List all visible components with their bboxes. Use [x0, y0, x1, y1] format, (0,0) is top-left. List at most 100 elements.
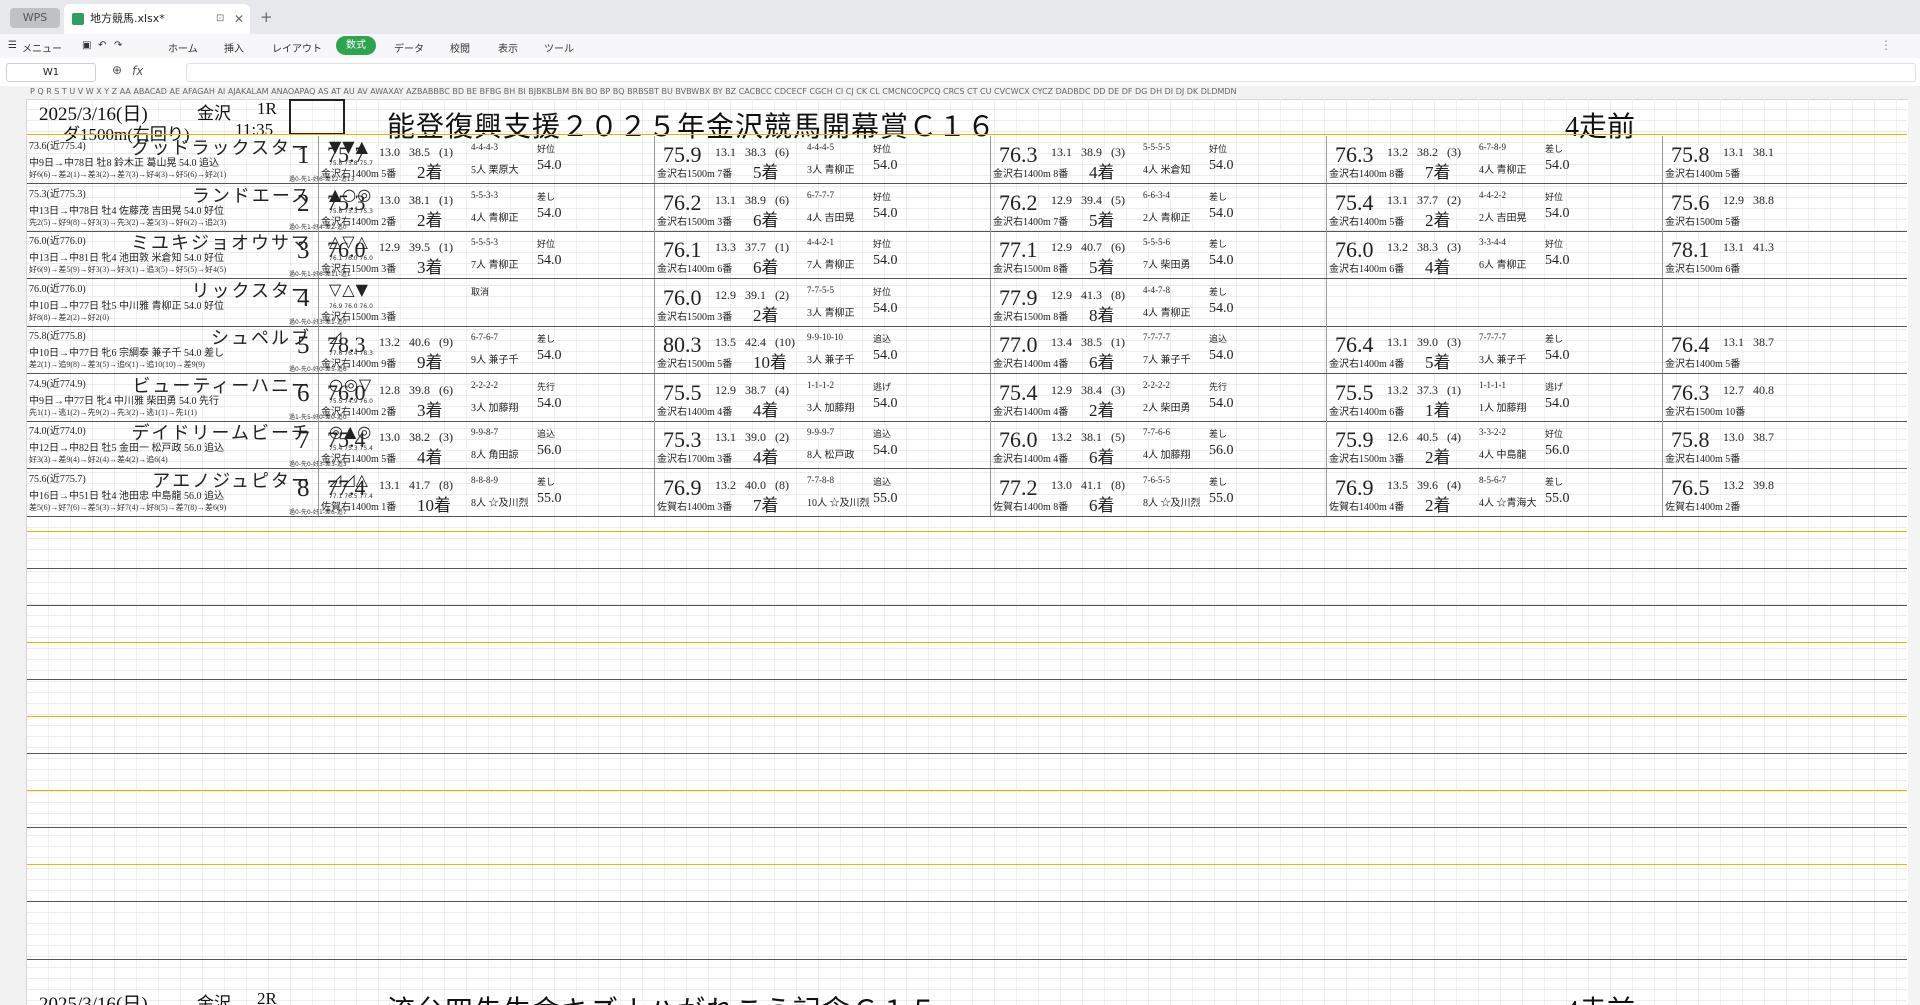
past-run-cell[interactable]: 75.8 13.1 38.1 金沢右1400m 5番: [1663, 136, 1907, 183]
past-run-cell[interactable]: 76.2 12.9 39.4 (5) 5着 金沢右1400m 7番 6-6-3-4 2人 青柳…: [991, 184, 1327, 231]
past-run-cell[interactable]: [1663, 279, 1907, 326]
horse-row[interactable]: 73.6(近775.4) グッドラックスター 中9日→中78日 牡8 鈴木正 葛山晃…: [27, 136, 1907, 184]
formula-input[interactable]: [186, 63, 1916, 82]
spreadsheet-grid[interactable]: 2025/3/16(日) 金沢 1R ダ1500m(右回り) 11:35 能登復…: [27, 99, 1907, 1005]
past-run-cell[interactable]: 75.9 13.1 38.3 (6) 5着 金沢右1500m 7番 4-4-4-5 3人 青柳…: [655, 136, 991, 183]
past-run-cell[interactable]: 金沢右1500m 3番 取消: [319, 279, 655, 326]
run-split-2: 38.8: [1753, 192, 1774, 207]
file-tab[interactable]: 地方競馬.xlsx* ⊡ ✕: [64, 4, 250, 34]
run-weight: 54.0: [537, 205, 562, 221]
past-run-cell[interactable]: 75.6 12.9 38.8 金沢右1500m 5番: [1663, 184, 1907, 231]
past-run-cell[interactable]: 76.3 12.7 40.8 金沢右1500m 10番: [1663, 374, 1907, 421]
tab-insert[interactable]: 挿入: [224, 40, 244, 55]
horse-row[interactable]: 76.0(近776.0) ミユキジョオウサマ 中13日→中81日 牝4 池田敦 米倉…: [27, 231, 1907, 279]
past-run-cell[interactable]: 76.9 13.2 40.0 (8) 7着 佐賀右1400m 3番 7-7-8-8 10人 ☆…: [655, 469, 991, 516]
close-icon[interactable]: ✕: [234, 4, 244, 34]
run-course: 金沢右1400m 6番: [1329, 406, 1405, 418]
redo-icon[interactable]: ↷: [114, 40, 122, 51]
past-run-cell[interactable]: 75.4 13.1 37.7 (2) 2着 金沢右1400m 5番 4-4-2-2 2人 吉田…: [1327, 184, 1663, 231]
zoom-icon[interactable]: ⊕: [112, 63, 122, 77]
past-run-cell[interactable]: 77.4 13.1 41.7 (8) 10着 佐賀右1400m 1番 8-8-8-9 8人 ☆…: [319, 469, 655, 516]
column-divider: [990, 468, 991, 516]
column-headers[interactable]: P Q R S T U V W X Y Z AA ABACAD AE AFAGA…: [0, 86, 1920, 100]
run-weight: 55.0: [537, 490, 562, 506]
run-passing-order: 9-9-8-7: [471, 427, 498, 437]
past-run-cell[interactable]: 75.8 13.0 38.7 金沢右1400m 5番: [1663, 421, 1907, 468]
past-run-cell[interactable]: 76.0 13.2 38.3 (3) 4着 金沢右1400m 6番 3-3-4-4 6人 青柳…: [1327, 231, 1663, 278]
past-run-cell[interactable]: 75.4 12.9 38.4 (3) 2着 金沢右1400m 4番 2-2-2-2 2人 柴田…: [991, 374, 1327, 421]
tab-review[interactable]: 校閲: [450, 40, 470, 55]
past-run-cell[interactable]: 76.4 13.1 39.0 (3) 5着 金沢右1400m 4番 7-7-7-7 3人 兼子…: [1327, 326, 1663, 373]
tab-home[interactable]: ホーム: [168, 40, 198, 55]
past-run-cell[interactable]: 78.1 13.1 41.3 金沢右1500m 6番: [1663, 231, 1907, 278]
wps-home-tab[interactable]: WPS: [10, 8, 60, 28]
run-finish: 5着: [1425, 353, 1451, 372]
column-divider: [318, 373, 319, 421]
run-position-style: 差し: [537, 335, 556, 345]
run-position-style: 追込: [537, 430, 556, 440]
tab-data[interactable]: データ: [394, 40, 424, 55]
horse-row[interactable]: 74.0(近774.0) デイドリームビーチ 中12日→中82日 牡5 金田一 松戸…: [27, 421, 1907, 469]
past-run-cell[interactable]: 76.0 12.9 39.1 (2) 2着 金沢右1500m 3番 7-7-5-5 3人 青柳…: [655, 279, 991, 326]
undo-icon[interactable]: ↶: [98, 40, 106, 51]
past-run-cell[interactable]: 75.5 13.2 37.3 (1) 1着 金沢右1400m 6番 1-1-1-1 1人 加藤…: [1327, 374, 1663, 421]
past-run-cell[interactable]: 75.9 12.6 40.5 (4) 2着 金沢右1500m 3番 3-3-2-2 4人 中島…: [1327, 421, 1663, 468]
run-position-style: 追込: [873, 335, 892, 345]
pin-icon[interactable]: ⊡: [216, 4, 224, 34]
run-course: 金沢右1500m 5番: [657, 359, 733, 370]
horse-row[interactable]: 75.3(近775.3) ランドエース 中13日→中78日 牡4 佐藤茂 吉田晃 5…: [27, 183, 1907, 232]
past-run-cell[interactable]: 77.9 12.9 41.3 (8) 8着 金沢右1500m 8番 4-4-7-8 4人 青柳…: [991, 279, 1327, 326]
run-split-1: 13.1: [1723, 145, 1744, 159]
column-divider: [318, 421, 319, 468]
selected-cell-w1[interactable]: [289, 99, 345, 135]
run-jockey: 3人 加藤翔: [471, 402, 519, 414]
fx-icon[interactable]: fx: [132, 64, 143, 78]
past-run-cell[interactable]: 75.3 13.0 38.1 (1) 2着 金沢右1400m 2番 5-5-3-3 4人 青柳…: [319, 184, 655, 231]
tab-layout[interactable]: レイアウト: [272, 40, 322, 55]
horse-number: 2: [297, 189, 310, 217]
past-run-cell[interactable]: 75.3 13.1 39.0 (2) 4着 金沢右1700m 3番 9-9-9-7 8人 松戸…: [655, 421, 991, 468]
past-run-cell[interactable]: 75.5 12.9 38.7 (4) 4着 金沢右1400m 4番 1-1-1-2 3人 加藤…: [655, 374, 991, 421]
column-divider: [318, 326, 319, 373]
past-run-cell[interactable]: 76.0 12.8 39.8 (6) 3着 金沢右1400m 2番 2-2-2-2 3人 加藤…: [319, 374, 655, 421]
run-split-1: 13.0: [379, 430, 400, 444]
new-tab-plus-icon[interactable]: +: [260, 8, 273, 26]
past-run-cell[interactable]: 76.0 13.2 38.1 (5) 6着 金沢右1400m 4番 7-7-6-6 4人 加藤…: [991, 421, 1327, 468]
past-run-cell[interactable]: 77.2 13.0 41.1 (8) 6着 佐賀右1400m 8番 7-6-5-5 8人 ☆及…: [991, 469, 1327, 516]
vertical-scrollbar[interactable]: [1908, 99, 1920, 1005]
past-run-cell[interactable]: 76.3 13.2 38.2 (3) 7着 金沢右1400m 8番 6-7-8-9 4人 青柳…: [1327, 136, 1663, 183]
more-options-icon[interactable]: ⋮: [1880, 38, 1892, 52]
horse-row[interactable]: 75.8(近775.8) シュペルブ 中10日→中77日 牝6 宗綱泰 兼子千 54…: [27, 326, 1907, 374]
row-headers[interactable]: [0, 99, 27, 1005]
horse-speed-index: 76.0(近776.0): [29, 283, 86, 295]
horse-row[interactable]: 75.6(近775.7) アエノジュピター 中16日→中51日 牡4 池田忠 中島龍…: [27, 468, 1907, 517]
menu-button[interactable]: メニュー: [22, 40, 62, 55]
past-run-cell[interactable]: 76.9 13.5 39.6 (4) 2着 佐賀右1400m 4番 8-5-6-7 4人 ☆青…: [1327, 469, 1663, 516]
past-run-cell[interactable]: [1327, 279, 1663, 326]
past-run-cell[interactable]: 76.1 13.3 37.7 (1) 6着 金沢右1400m 6番 4-4-2-1 7人 青柳…: [655, 231, 991, 278]
past-run-cell[interactable]: 76.4 13.1 38.7 金沢右1400m 5番: [1663, 326, 1907, 373]
past-run-cell[interactable]: 76.2 13.1 38.9 (6) 6着 金沢右1500m 3番 6-7-7-7 4人 吉田…: [655, 184, 991, 231]
past-run-cell[interactable]: 78.3 13.2 40.6 (9) 9着 金沢右1400m 9番 6-7-6-7 9人 兼子…: [319, 326, 655, 373]
past-run-cell[interactable]: 77.1 12.9 40.7 (6) 5着 金沢右1500m 8番 5-5-5-6 7人 柴田…: [991, 231, 1327, 278]
tab-formula[interactable]: 数式: [336, 36, 376, 55]
past-run-cell[interactable]: 75.7 13.0 38.5 (1) 2着 金沢右1400m 5番 4-4-4-3 5人 栗原…: [319, 136, 655, 183]
horse-row[interactable]: 76.0(近776.0) リックスター 中10日→中77日 牡5 中川雅 青柳正 5…: [27, 278, 1907, 327]
column-divider: [1662, 278, 1663, 326]
save-icon[interactable]: ▣: [82, 40, 91, 51]
past-run-cell[interactable]: 76.3 13.1 38.9 (3) 4着 金沢右1400m 8番 5-5-5-5 4人 米倉…: [991, 136, 1327, 183]
past-run-cell[interactable]: 76.5 13.2 39.8 佐賀右1400m 2番: [1663, 469, 1907, 516]
horse-speed-index: 73.6(近775.4): [29, 141, 86, 152]
column-divider: [654, 326, 655, 373]
past-run-cell[interactable]: 77.0 13.4 38.5 (1) 6着 金沢右1400m 4番 7-7-7-7 7人 兼子…: [991, 326, 1327, 373]
tab-view[interactable]: 表示: [498, 40, 518, 55]
hamburger-menu-icon[interactable]: ☰: [8, 40, 17, 51]
run-position-style: 好位: [537, 145, 556, 155]
cell-name-box[interactable]: W1: [6, 63, 96, 82]
past-run-cell[interactable]: 75.4 13.0 38.2 (3) 4着 金沢右1400m 5番 9-9-8-7 8人 角田…: [319, 421, 655, 468]
horse-row[interactable]: 74.9(近774.9) ビューティーハニー 中9日→中77日 牝4 中川雅 柴田勇…: [27, 373, 1907, 422]
past-run-cell[interactable]: 80.3 13.5 42.4 (10) 10着 金沢右1500m 5番 9-9-10-10 3…: [655, 326, 991, 373]
past-run-cell[interactable]: 76.0 12.9 39.5 (1) 3着 金沢右1500m 3番 5-5-5-3 7人 青柳…: [319, 231, 655, 278]
horse-run-history: 先2(5)→好9(8)→好3(3)→先3(2)→差5(3)→好6(2)→追2(3…: [29, 217, 227, 227]
tab-tools[interactable]: ツール: [544, 40, 574, 55]
